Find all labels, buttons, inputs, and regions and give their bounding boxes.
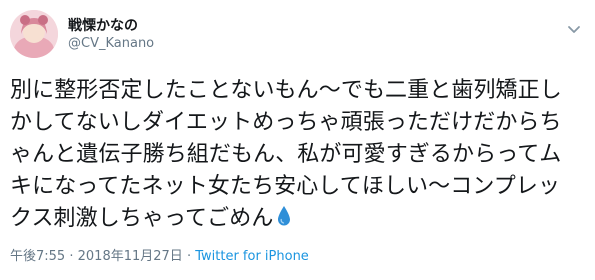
avatar-image [10, 10, 58, 58]
avatar[interactable] [10, 10, 58, 58]
tweet-time[interactable]: 午後7:55 [10, 249, 65, 264]
meta-separator: · [186, 249, 192, 264]
display-name[interactable]: 戦慄かなの [68, 17, 154, 35]
tweet-metadata: 午後7:55 · 2018年11月27日 · Twitter for iPhon… [10, 248, 309, 266]
tweet-date[interactable]: 2018年11月27日 [78, 249, 183, 264]
meta-separator: · [69, 249, 74, 264]
tweet-text-line: 別に整形否定したことないもん〜でも二重と歯列矯正し [10, 78, 562, 103]
tweet-source-link[interactable]: Twitter for iPhone [195, 249, 309, 264]
droplet-icon [278, 206, 291, 226]
tweet-text-line: キになってたネット女たち安心してほしい〜コンプレッ [10, 174, 561, 199]
chevron-down-icon[interactable] [566, 24, 582, 36]
tweet-text-last-line: クス刺激しちゃってごめん [10, 203, 580, 235]
tweet-card: 戦慄かなの @CV_Kanano 別に整形否定したことないもん〜でも二重と歯列矯… [0, 0, 595, 280]
user-info: 戦慄かなの @CV_Kanano [68, 17, 154, 53]
tweet-text: 別に整形否定したことないもん〜でも二重と歯列矯正し かしてないしダイエットめっち… [10, 75, 580, 235]
tweet-text-line: かしてないしダイエットめっちゃ頑張っただけだからち [10, 110, 562, 135]
tweet-text-line: クス刺激しちゃってごめん [10, 206, 274, 231]
user-handle[interactable]: @CV_Kanano [68, 35, 154, 53]
tweet-text-line: ゃんと遺伝子勝ち組だもん、私が可愛すぎるからってム [10, 142, 562, 167]
